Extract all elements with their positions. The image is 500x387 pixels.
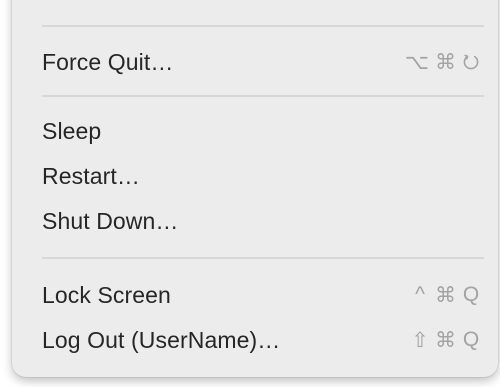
apple-menu: Force Quit… ⌥ ⌘ Sleep Restart… Shut Down…: [12, 0, 498, 377]
menu-item-force-quit[interactable]: Force Quit… ⌥ ⌘: [42, 42, 484, 82]
keyboard-shortcut: ^ ⌘ Q: [411, 283, 484, 308]
option-key-icon: ⌥: [404, 50, 429, 74]
menu-item-label: Sleep: [42, 117, 102, 144]
command-key-icon: ⌘: [435, 50, 456, 74]
keyboard-shortcut: ⇧ ⌘ Q: [411, 328, 484, 353]
menu-item-label: Force Quit…: [42, 48, 174, 75]
shift-key-icon: ⇧: [411, 328, 429, 352]
menu-item-label: Log Out (UserName)…: [42, 326, 281, 353]
control-key-icon: ^: [415, 283, 425, 306]
menu-separator: [42, 257, 484, 259]
menu-item-lock-screen[interactable]: Lock Screen ^ ⌘ Q: [42, 275, 484, 315]
menu-item-restart[interactable]: Restart…: [42, 156, 484, 196]
menu-item-log-out[interactable]: Log Out (UserName)… ⇧ ⌘ Q: [42, 320, 484, 360]
shortcut-key: Q: [462, 328, 480, 351]
menu-item-label: Lock Screen: [42, 281, 171, 308]
menu-item-shut-down[interactable]: Shut Down…: [42, 201, 484, 241]
menu-item-sleep[interactable]: Sleep: [42, 111, 484, 151]
menu-item-label: Restart…: [42, 162, 140, 189]
command-key-icon: ⌘: [435, 328, 456, 352]
menu-item-label: Shut Down…: [42, 207, 179, 234]
power-icon: [462, 53, 480, 71]
command-key-icon: ⌘: [435, 283, 456, 307]
menu-separator: [42, 95, 484, 97]
keyboard-shortcut: ⌥ ⌘: [405, 50, 484, 75]
shortcut-key: Q: [462, 283, 480, 306]
menu-separator: [42, 25, 484, 27]
